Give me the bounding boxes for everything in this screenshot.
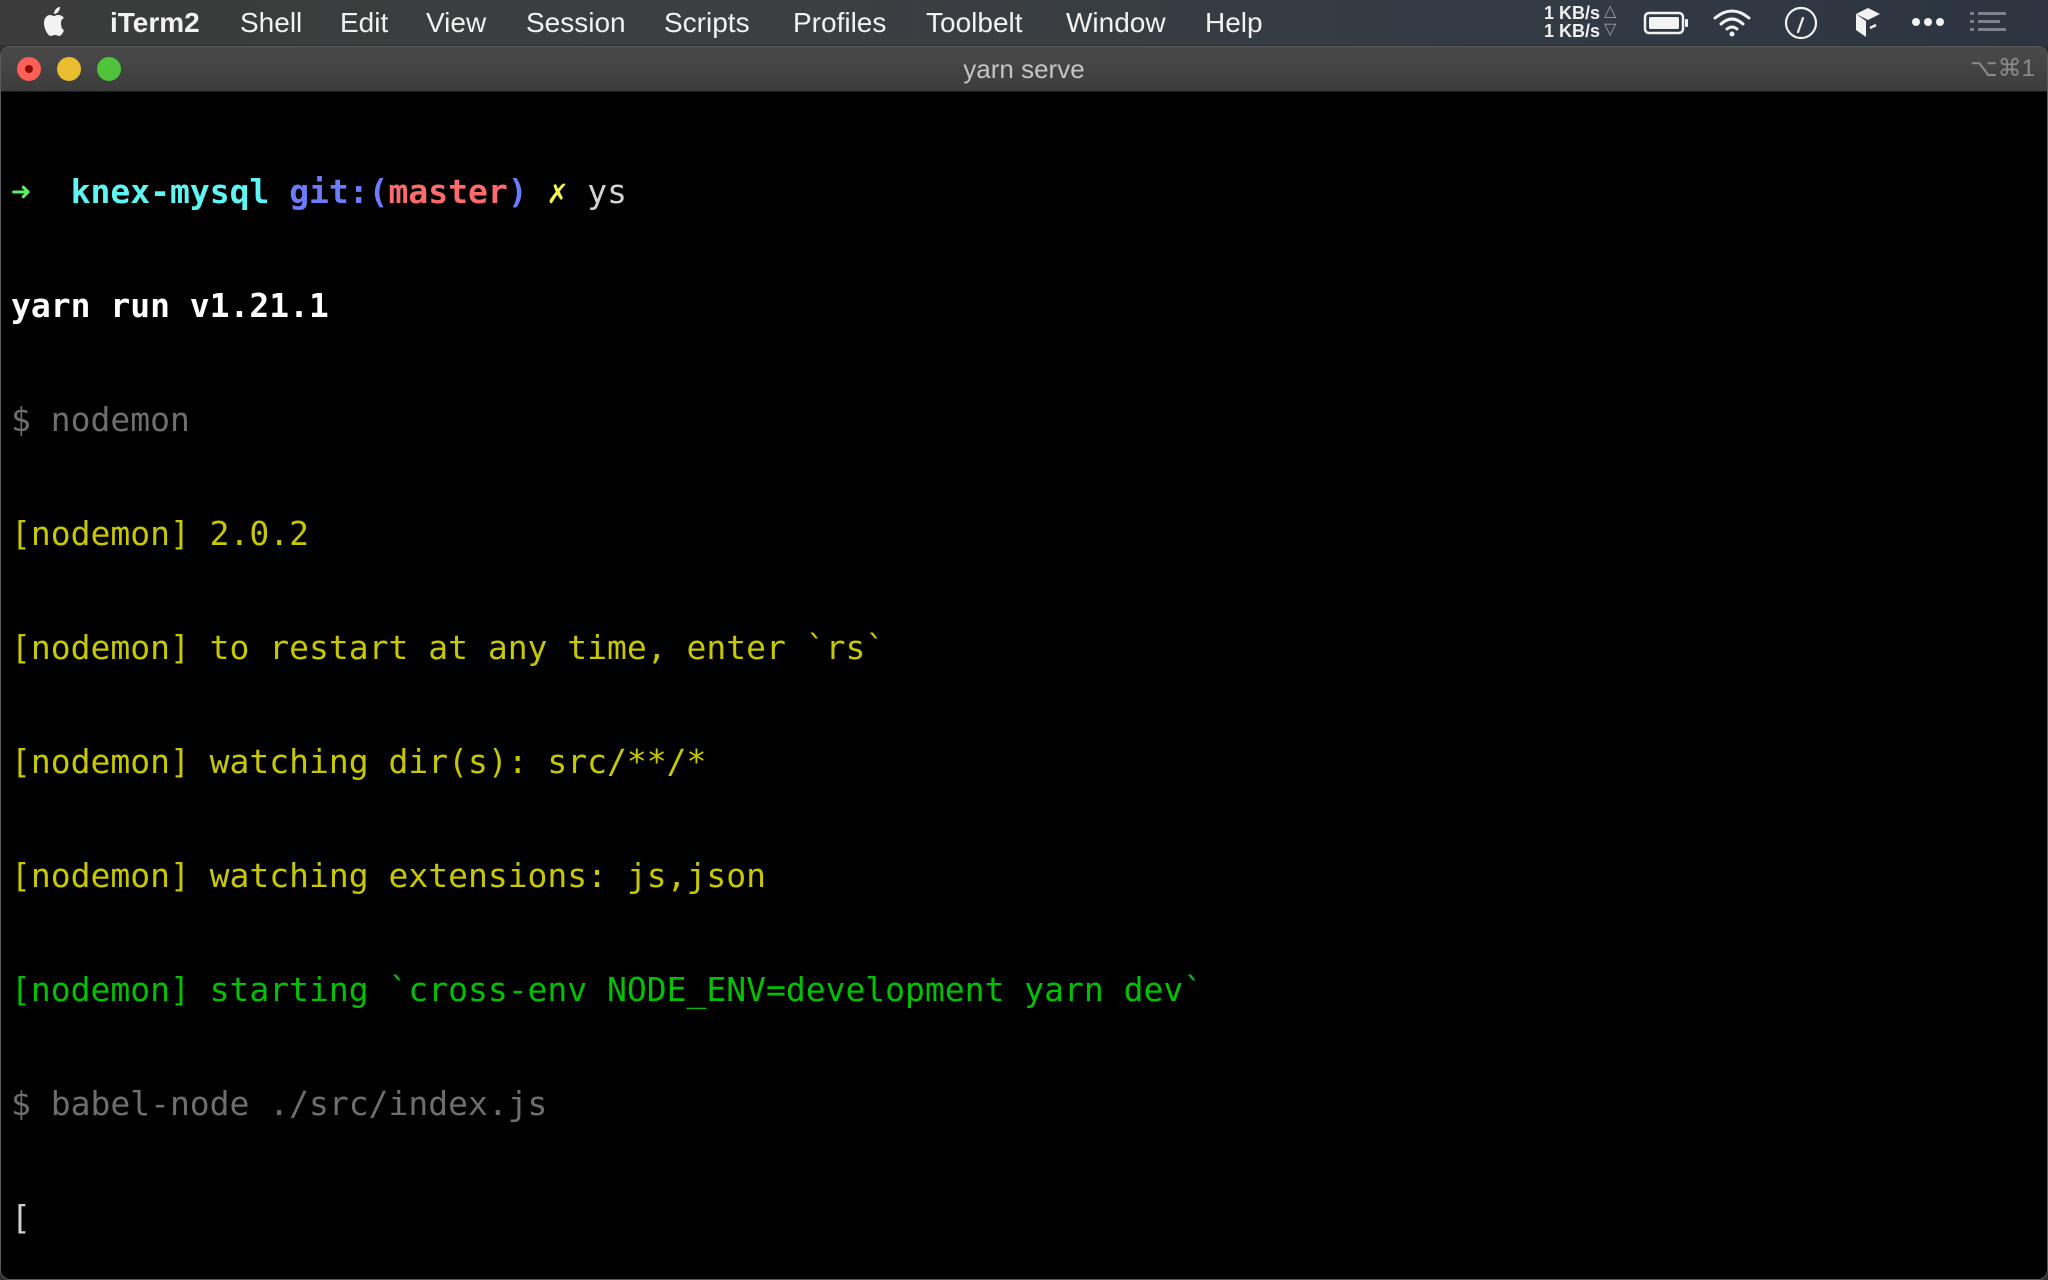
gauge-icon[interactable] [1783, 6, 1819, 40]
menu-session[interactable]: Session [526, 4, 626, 42]
window-title: yarn serve [963, 54, 1085, 84]
prompt-command: ys [587, 172, 627, 211]
menu-scripts[interactable]: Scripts [664, 4, 750, 42]
menu-profiles[interactable]: Profiles [793, 4, 886, 42]
cmd-babel-line: $ babel-node ./src/index.js [11, 1084, 548, 1123]
menu-edit[interactable]: Edit [340, 4, 388, 42]
battery-icon[interactable] [1643, 6, 1691, 38]
window-shortcut: ⌥⌘1 [1969, 55, 2035, 82]
nodemon-line: [nodemon] watching dir(s): src/**/* [11, 742, 707, 781]
menu-view[interactable]: View [426, 4, 486, 42]
nodemon-line: [nodemon] to restart at any time, enter … [11, 628, 886, 667]
prompt-directory: knex-mysql [70, 172, 270, 211]
more-dots-icon[interactable] [1910, 6, 1946, 38]
nodemon-line: [nodemon] 2.0.2 [11, 514, 310, 553]
iterm-window: yarn serve ⌥⌘1 ➜ knex-mysql git:(master)… [0, 46, 2048, 1280]
download-arrow-icon: ▽ [1604, 21, 1617, 38]
prompt-dirty-icon: ✗ [547, 172, 568, 211]
cube-app-icon[interactable] [1852, 6, 1884, 40]
upload-arrow-icon: △ [1604, 3, 1617, 20]
macos-menu-bar: iTerm2 Shell Edit View Session Scripts P… [0, 0, 2048, 45]
download-speed: 1 KB/s [1543, 21, 1600, 41]
menu-help[interactable]: Help [1205, 4, 1263, 42]
list-menu-icon[interactable] [1968, 6, 2008, 38]
prompt-arrow-icon: ➜ [11, 172, 31, 211]
menu-iterm2[interactable]: iTerm2 [110, 4, 200, 42]
menu-window[interactable]: Window [1066, 4, 1166, 42]
apple-logo-icon[interactable] [40, 5, 70, 39]
network-speed-indicator[interactable]: 1 KB/s 1 KB/s [1540, 4, 1600, 40]
yarn-version-line: yarn run v1.21.1 [11, 286, 329, 325]
prompt-git-prefix: git:( [289, 172, 389, 211]
window-titlebar[interactable]: yarn serve ⌥⌘1 [1, 47, 2047, 92]
array-open: [ [11, 1198, 31, 1237]
prompt-line: ➜ knex-mysql git:(master) ✗ ys [11, 173, 2047, 211]
prompt-branch: master [388, 172, 508, 211]
prompt-git-suffix: ) [507, 172, 528, 211]
nodemon-starting-line: [nodemon] starting `cross-env NODE_ENV=d… [11, 970, 1204, 1009]
cmd-nodemon-line: $ nodemon [11, 400, 190, 439]
terminal-output[interactable]: ➜ knex-mysql git:(master) ✗ ys yarn run … [11, 97, 2047, 1279]
network-arrows: △ ▽ [1604, 3, 1616, 39]
wifi-icon[interactable] [1712, 6, 1752, 38]
nodemon-line: [nodemon] watching extensions: js,json [11, 856, 766, 895]
upload-speed: 1 KB/s [1543, 3, 1600, 23]
menu-shell[interactable]: Shell [240, 4, 302, 42]
menu-toolbelt[interactable]: Toolbelt [926, 4, 1023, 42]
